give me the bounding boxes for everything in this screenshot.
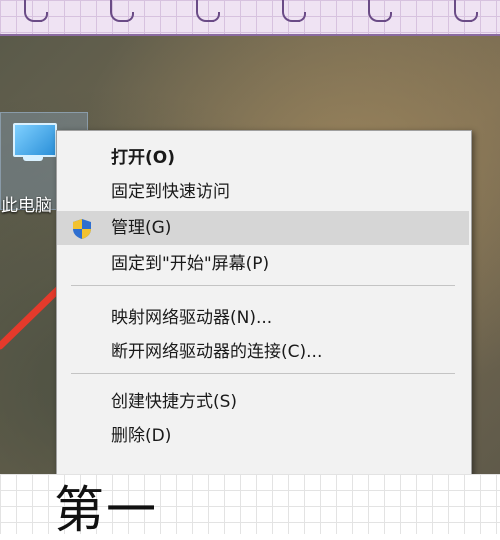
menu-item-delete[interactable]: 删除(D) [57,419,469,453]
binder-ring-icon [196,0,220,22]
menu-item-pin-quick-access[interactable]: 固定到快速访问 [57,175,469,209]
menu-item-map-drive[interactable]: 映射网络驱动器(N)... [57,301,469,335]
menu-item-create-shortcut[interactable]: 创建快捷方式(S) [57,385,469,419]
context-menu: 打开(O) 固定到快速访问 管理(G) 固定到"开始"屏幕(P) 映射网络驱动器… [56,130,472,482]
binder-ring-icon [110,0,134,22]
handwritten-caption: 第一 [54,481,158,539]
binder-ring-icon [282,0,306,22]
uac-shield-icon [73,219,91,239]
computer-stand [23,155,43,161]
desktop-icon-label: 此电脑 [1,196,52,216]
menu-item-manage-label: 管理(G) [111,218,172,238]
computer-icon [13,123,57,157]
binder-ring-icon [24,0,48,22]
menu-item-pin-start[interactable]: 固定到"开始"屏幕(P) [57,247,469,281]
menu-separator [71,285,455,286]
notebook-page: 第一 [0,474,500,539]
menu-item-open[interactable]: 打开(O) [57,141,469,175]
menu-separator [71,373,455,374]
menu-item-disconnect-drive[interactable]: 断开网络驱动器的连接(C)... [57,335,469,369]
notebook-binding-strip [0,0,500,36]
binder-ring-icon [368,0,392,22]
binder-ring-icon [454,0,478,22]
menu-item-manage[interactable]: 管理(G) [57,211,469,245]
